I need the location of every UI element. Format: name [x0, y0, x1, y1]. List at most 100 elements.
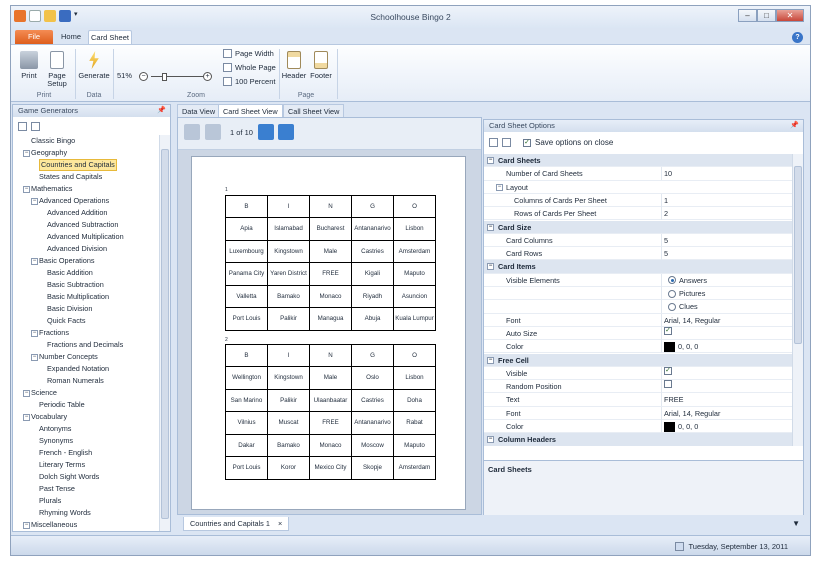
- print-button[interactable]: Print: [17, 51, 41, 80]
- footer-button[interactable]: Footer: [309, 51, 333, 80]
- property-row[interactable]: Pictures: [484, 287, 793, 301]
- last-page-button[interactable]: [278, 124, 294, 140]
- tree-node[interactable]: Vocabulary: [31, 411, 67, 423]
- property-value[interactable]: Pictures: [668, 287, 705, 300]
- tree-node[interactable]: Periodic Table: [39, 399, 85, 411]
- property-row[interactable]: Random Position: [484, 380, 793, 394]
- property-value[interactable]: Arial, 14, Regular: [664, 314, 720, 327]
- property-row[interactable]: Color 0, 0, 0: [484, 340, 793, 354]
- expander-icon[interactable]: −: [23, 150, 30, 157]
- property-value[interactable]: 5: [664, 234, 668, 247]
- tree-node[interactable]: Literary Terms: [39, 459, 85, 471]
- pin-icon[interactable]: 📌: [157, 105, 166, 117]
- tab-countries-and-capitals-1[interactable]: Countries and Capitals 1 ×: [183, 517, 290, 531]
- property-row[interactable]: Columns of Cards Per Sheet 1: [484, 193, 793, 208]
- page-width-button[interactable]: Page Width: [223, 49, 274, 58]
- help-icon[interactable]: ?: [792, 32, 803, 43]
- radio-button[interactable]: [668, 302, 676, 311]
- whole-page-button[interactable]: Whole Page: [223, 63, 276, 72]
- expander-icon[interactable]: −: [31, 354, 38, 361]
- tree-node[interactable]: Basic Multiplication: [47, 291, 109, 303]
- tree-node[interactable]: Expanded Notation: [47, 363, 109, 375]
- property-value[interactable]: 5: [664, 247, 668, 260]
- tree-node[interactable]: Number Concepts: [39, 351, 98, 363]
- checkbox[interactable]: [664, 380, 672, 389]
- minimize-button[interactable]: –: [738, 9, 757, 22]
- category-toggle-icon[interactable]: −: [496, 183, 503, 191]
- maximize-button[interactable]: □: [757, 9, 776, 22]
- tree-node[interactable]: Science: [31, 387, 57, 399]
- tree-node[interactable]: States and Capitals: [39, 171, 102, 183]
- property-row[interactable]: Rows of Cards Per Sheet 2: [484, 207, 793, 221]
- category-toggle-icon[interactable]: −: [487, 157, 494, 164]
- options-pin-icon[interactable]: 📌: [790, 120, 799, 132]
- collapse-all-icon[interactable]: [31, 122, 40, 131]
- property-value[interactable]: ✓: [664, 326, 672, 335]
- tab-data-view[interactable]: Data View: [177, 104, 221, 117]
- property-value[interactable]: 2: [664, 207, 668, 220]
- expander-icon[interactable]: −: [23, 186, 30, 193]
- category-toggle-icon[interactable]: −: [487, 356, 494, 364]
- tree-node[interactable]: Basic Operations: [39, 255, 95, 267]
- property-value[interactable]: Clues: [668, 300, 698, 313]
- close-button[interactable]: ✕: [776, 9, 804, 22]
- expander-icon[interactable]: −: [31, 330, 38, 337]
- header-button[interactable]: Header: [281, 51, 307, 80]
- tree-node[interactable]: Plurals: [39, 495, 61, 507]
- expander-icon[interactable]: −: [23, 522, 30, 529]
- tree-node[interactable]: Basic Addition: [47, 267, 93, 279]
- tree-node[interactable]: Classic Bingo: [31, 135, 75, 147]
- property-value[interactable]: Answers: [668, 274, 707, 287]
- color-swatch[interactable]: [664, 341, 675, 352]
- property-row[interactable]: Number of Card Sheets 10: [484, 167, 793, 181]
- tree-node[interactable]: Roman Numerals: [47, 375, 104, 387]
- tab-card-sheet-view[interactable]: Card Sheet View: [218, 104, 283, 117]
- tree-node[interactable]: Rhyming Words: [39, 507, 91, 519]
- tree-node[interactable]: Advanced Addition: [47, 207, 107, 219]
- tab-home[interactable]: Home: [57, 30, 85, 45]
- expand-all-icon[interactable]: [18, 122, 27, 131]
- options-scroll-thumb[interactable]: [794, 166, 802, 344]
- property-row[interactable]: Clues: [484, 300, 793, 314]
- tree-node[interactable]: Fractions: [39, 327, 69, 339]
- property-value[interactable]: 10: [664, 167, 672, 180]
- tree-node[interactable]: Geography: [31, 147, 67, 159]
- property-row[interactable]: Auto Size ✓: [484, 326, 793, 341]
- property-value[interactable]: 0, 0, 0: [664, 420, 698, 433]
- expander-icon[interactable]: −: [23, 414, 30, 421]
- property-row[interactable]: Card Columns 5: [484, 233, 793, 248]
- property-value[interactable]: Arial, 14, Regular: [664, 407, 720, 420]
- property-row[interactable]: Color 0, 0, 0: [484, 420, 793, 434]
- tree-node[interactable]: Advanced Division: [47, 243, 107, 255]
- previous-page-button[interactable]: [205, 124, 221, 140]
- tree-node[interactable]: Synonyms: [39, 435, 73, 447]
- tree-node[interactable]: Basic Division: [47, 303, 92, 315]
- property-row[interactable]: Text FREE: [484, 393, 793, 407]
- zoom-out-icon[interactable]: −: [139, 72, 148, 81]
- tree-node[interactable]: Fractions and Decimals: [47, 339, 123, 351]
- options-scrollbar[interactable]: [792, 154, 803, 446]
- tree-node[interactable]: Miscellaneous: [31, 519, 77, 531]
- property-category[interactable]: − Card Items: [484, 260, 793, 274]
- tree-node[interactable]: Basic Subtraction: [47, 279, 104, 291]
- tree-node[interactable]: Countries and Capitals: [39, 159, 117, 171]
- tree-node[interactable]: Antonyms: [39, 423, 71, 435]
- property-row[interactable]: Visible ✓: [484, 366, 793, 381]
- hundred-percent-button[interactable]: 100 Percent: [223, 77, 275, 86]
- tree-node[interactable]: Advanced Subtraction: [47, 219, 118, 231]
- category-toggle-icon[interactable]: −: [487, 263, 494, 271]
- property-category[interactable]: − Card Size: [484, 220, 793, 234]
- property-row[interactable]: Card Rows 5: [484, 247, 793, 261]
- tree-node[interactable]: Advanced Operations: [39, 195, 109, 207]
- tab-call-sheet-view[interactable]: Call Sheet View: [283, 104, 345, 117]
- tab-card-sheet[interactable]: Card Sheet: [88, 30, 132, 45]
- property-row[interactable]: Visible Elements Answers: [484, 273, 793, 287]
- property-category[interactable]: − Card Sheets: [484, 154, 793, 168]
- tree-node[interactable]: Advanced Multiplication: [47, 231, 124, 243]
- radio-button[interactable]: [668, 289, 676, 298]
- tree-scrollbar[interactable]: [159, 135, 170, 531]
- property-value[interactable]: FREE: [664, 393, 683, 406]
- expander-icon[interactable]: −: [23, 390, 30, 397]
- tree-node[interactable]: Quick Facts: [47, 315, 86, 327]
- tree-scroll-thumb[interactable]: [161, 149, 169, 519]
